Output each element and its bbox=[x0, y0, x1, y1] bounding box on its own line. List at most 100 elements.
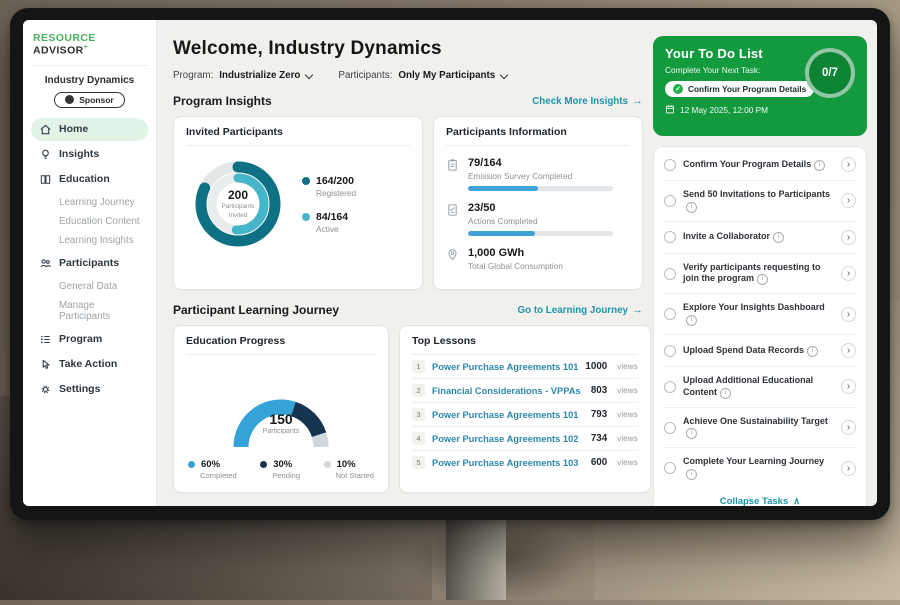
task-checkbox[interactable] bbox=[664, 231, 676, 243]
chevron-right-icon[interactable]: › bbox=[841, 230, 856, 245]
stat-global-consumption: 1,000 GWh Total Global Consumption bbox=[446, 247, 630, 271]
task-row[interactable]: Invite a Collaboratori › bbox=[664, 222, 856, 254]
task-checkbox[interactable] bbox=[664, 422, 676, 434]
sidebar-item-education[interactable]: Education bbox=[31, 168, 148, 191]
task-row[interactable]: Achieve One Sustainability Targeti › bbox=[664, 408, 856, 449]
legend-registered: 164/200 Registered bbox=[302, 175, 356, 198]
cursor-action-icon bbox=[39, 358, 52, 371]
todo-summary-card: Your To Do List Complete Your Next Task:… bbox=[653, 36, 867, 136]
sidebar-item-program[interactable]: Program bbox=[31, 328, 148, 351]
todo-column: Your To Do List Complete Your Next Task:… bbox=[653, 20, 877, 506]
home-icon bbox=[39, 123, 52, 136]
invited-donut-chart: 200 Participants Invited bbox=[186, 152, 290, 256]
info-icon[interactable]: i bbox=[686, 428, 697, 439]
sidebar-item-learning-insights[interactable]: Learning Insights bbox=[31, 231, 148, 250]
list-icon bbox=[39, 333, 52, 346]
chevron-down-icon bbox=[500, 70, 508, 78]
task-checkbox[interactable] bbox=[664, 345, 676, 357]
go-to-learning-journey-link[interactable]: Go to Learning Journey → bbox=[518, 304, 644, 316]
page-title: Welcome, Industry Dynamics bbox=[173, 38, 643, 60]
chevron-right-icon[interactable]: › bbox=[841, 266, 856, 281]
invited-center-value: 200 bbox=[228, 188, 248, 202]
task-checkbox[interactable] bbox=[664, 462, 676, 474]
sidebar-item-home[interactable]: Home bbox=[31, 118, 148, 141]
chevron-right-icon[interactable]: › bbox=[841, 193, 856, 208]
task-row[interactable]: Upload Spend Data Recordsi › bbox=[664, 335, 856, 367]
info-icon[interactable]: i bbox=[773, 232, 784, 243]
sidebar-item-take-action[interactable]: Take Action bbox=[31, 353, 148, 376]
checklist-icon bbox=[446, 202, 460, 236]
lesson-link[interactable]: Power Purchase Agreements 102 bbox=[432, 434, 584, 444]
task-checkbox[interactable] bbox=[664, 268, 676, 280]
lesson-link[interactable]: Power Purchase Agreements 101 bbox=[432, 410, 584, 420]
logo-secondary: ADVISOR bbox=[33, 45, 84, 57]
arrow-right-icon: → bbox=[632, 95, 643, 107]
rank-badge: 4 bbox=[412, 432, 425, 445]
sidebar-item-insights[interactable]: Insights bbox=[31, 143, 148, 166]
sidebar-item-general-data[interactable]: General Data bbox=[31, 277, 148, 296]
people-icon bbox=[39, 257, 52, 270]
next-task-chip[interactable]: ✓ Confirm Your Program Details bbox=[665, 81, 814, 97]
sidebar-item-settings[interactable]: Settings bbox=[31, 378, 148, 401]
chevron-right-icon[interactable]: › bbox=[841, 157, 856, 172]
chevron-right-icon[interactable]: › bbox=[841, 343, 856, 358]
sidebar-item-learning-journey[interactable]: Learning Journey bbox=[31, 193, 148, 212]
task-row[interactable]: Send 50 Invitations to Participantsi › bbox=[664, 181, 856, 222]
invited-center-label: Participants Invited bbox=[215, 203, 261, 219]
sponsor-icon bbox=[65, 95, 74, 104]
info-icon[interactable]: i bbox=[686, 202, 697, 213]
lesson-link[interactable]: Power Purchase Agreements 101 bbox=[432, 362, 578, 372]
task-row[interactable]: Verify participants requesting to join t… bbox=[664, 254, 856, 295]
task-checkbox[interactable] bbox=[664, 308, 676, 320]
lesson-link[interactable]: Financial Considerations - VPPAs bbox=[432, 386, 584, 396]
program-filter[interactable]: Program: Industrialize Zero bbox=[173, 70, 312, 81]
lesson-link[interactable]: Power Purchase Agreements 103 bbox=[432, 458, 584, 468]
info-icon[interactable]: i bbox=[686, 315, 697, 326]
info-icon[interactable]: i bbox=[686, 469, 697, 480]
info-icon[interactable]: i bbox=[757, 274, 768, 285]
sidebar-item-manage-participants[interactable]: Manage Participants bbox=[31, 296, 148, 326]
info-icon[interactable]: i bbox=[720, 388, 731, 399]
organization-name: Industry Dynamics bbox=[31, 75, 148, 86]
chevron-right-icon[interactable]: › bbox=[841, 461, 856, 476]
info-icon[interactable]: i bbox=[814, 160, 825, 171]
info-icon[interactable]: i bbox=[807, 346, 818, 357]
legend-active: 84/164 Active bbox=[302, 211, 356, 234]
clipboard-icon bbox=[446, 157, 460, 191]
check-more-insights-link[interactable]: Check More Insights → bbox=[532, 95, 643, 107]
task-row[interactable]: Upload Additional Educational Contenti › bbox=[664, 367, 856, 408]
sidebar-nav: Home Insights Education Learning Journey… bbox=[31, 118, 148, 401]
participants-information-title: Participants Information bbox=[446, 126, 630, 146]
lesson-row: 5 Power Purchase Agreements 103 600views bbox=[412, 451, 638, 474]
chevron-right-icon[interactable]: › bbox=[841, 379, 856, 394]
task-checkbox[interactable] bbox=[664, 381, 676, 393]
location-pin-icon bbox=[446, 247, 460, 271]
check-icon: ✓ bbox=[673, 84, 683, 94]
program-insights-title: Program Insights bbox=[173, 94, 272, 108]
task-row[interactable]: Confirm Your Program Detailsi › bbox=[664, 149, 856, 181]
logo-primary: RESOURCE bbox=[33, 32, 96, 44]
sidebar-item-education-content[interactable]: Education Content bbox=[31, 212, 148, 231]
collapse-tasks-link[interactable]: Collapse Tasks ∧ bbox=[664, 488, 856, 506]
chevron-right-icon[interactable]: › bbox=[841, 420, 856, 435]
lesson-row: 1 Power Purchase Agreements 101 1000view… bbox=[412, 355, 638, 379]
task-row[interactable]: Complete Your Learning Journeyi › bbox=[664, 448, 856, 488]
sidebar-item-participants[interactable]: Participants bbox=[31, 252, 148, 275]
rank-badge: 1 bbox=[412, 360, 425, 373]
chevron-right-icon[interactable]: › bbox=[841, 307, 856, 322]
legend-completed: 60% Completed bbox=[188, 459, 237, 480]
dashboard-screen: RESOURCE ADVISOR+ Industry Dynamics Spon… bbox=[23, 20, 877, 506]
lightbulb-icon bbox=[39, 148, 52, 161]
gauge-center-value: 150 bbox=[186, 411, 376, 427]
legend-dot bbox=[188, 461, 195, 468]
filter-bar: Program: Industrialize Zero Participants… bbox=[173, 70, 643, 81]
monitor-stand bbox=[446, 516, 506, 600]
top-lessons-title: Top Lessons bbox=[412, 335, 638, 355]
task-checkbox[interactable] bbox=[664, 159, 676, 171]
task-checkbox[interactable] bbox=[664, 195, 676, 207]
task-row[interactable]: Explore Your Insights Dashboardi › bbox=[664, 294, 856, 335]
rank-badge: 2 bbox=[412, 384, 425, 397]
sponsor-badge: Sponsor bbox=[54, 92, 124, 108]
invited-participants-title: Invited Participants bbox=[186, 126, 410, 146]
participants-filter[interactable]: Participants: Only My Participants bbox=[338, 70, 507, 81]
